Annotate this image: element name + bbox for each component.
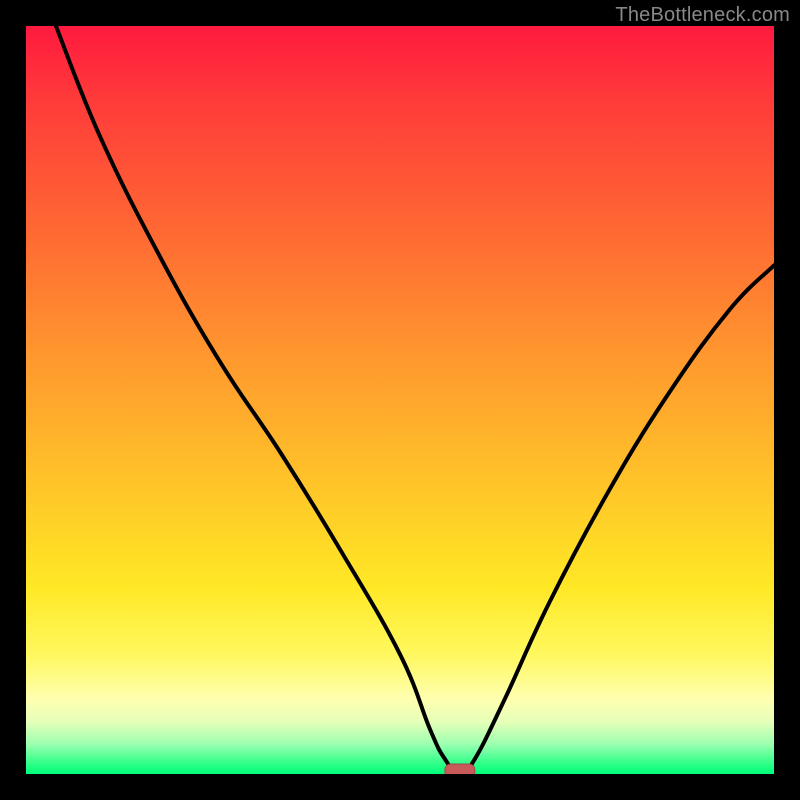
- chart-frame: TheBottleneck.com: [0, 0, 800, 800]
- plot-area: [26, 26, 774, 774]
- chart-svg: [26, 26, 774, 774]
- optimal-point-marker: [445, 764, 475, 774]
- watermark-text: TheBottleneck.com: [615, 4, 790, 27]
- bottleneck-curve: [56, 26, 774, 774]
